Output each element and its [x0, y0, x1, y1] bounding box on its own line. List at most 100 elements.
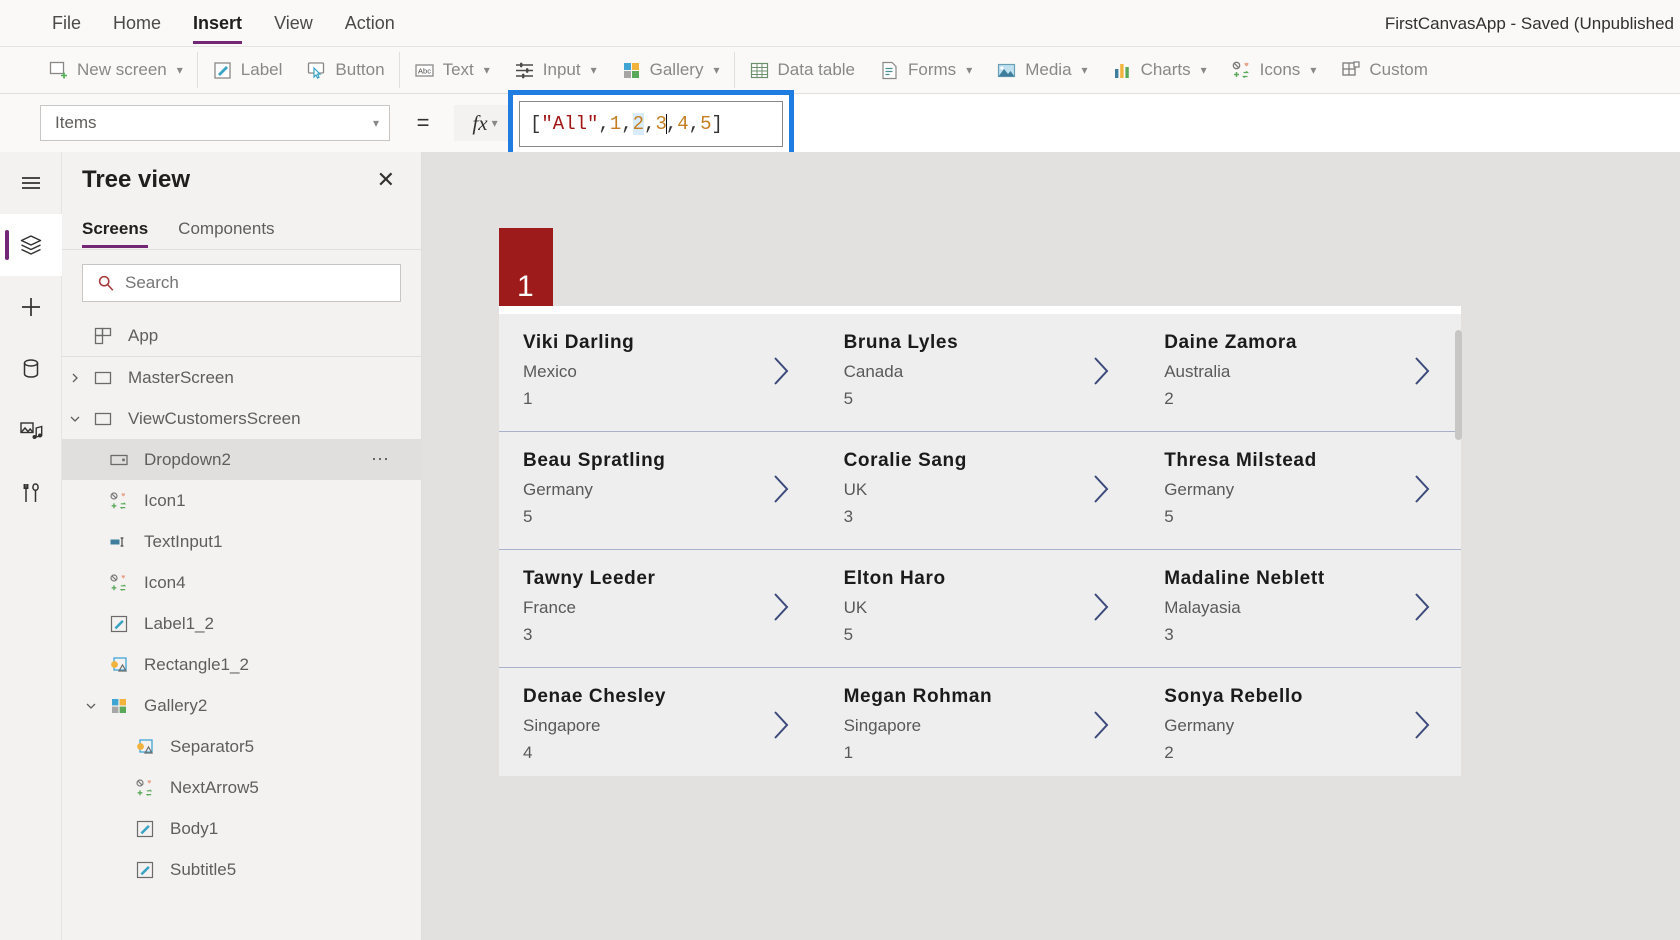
equals-sign: = [416, 110, 430, 135]
next-arrow-icon[interactable] [1090, 472, 1112, 506]
gallery-item-title: Sonya Rebello [1164, 686, 1303, 707]
tree-node-dropdown2[interactable]: Dropdown2 ⋯ [62, 439, 421, 480]
tree-view-button[interactable] [0, 214, 62, 276]
gallery-scrollbar[interactable] [1455, 330, 1462, 440]
next-arrow-icon[interactable] [770, 472, 792, 506]
gallery-item[interactable]: Viki Darling Mexico 1 [499, 314, 820, 431]
ribbon-divider [196, 52, 198, 88]
ribbon-new-screen-button[interactable]: New screen ▾ [36, 51, 195, 89]
tab-components[interactable]: Components [178, 208, 274, 250]
chevron-down-icon: ▾ [713, 63, 720, 77]
gallery-item[interactable]: Denae Chesley Singapore 4 [499, 668, 820, 776]
menu-item-insert[interactable]: Insert [177, 0, 258, 47]
tree-node-label: NextArrow5 [170, 777, 259, 797]
fx-button[interactable]: fx ▾ [454, 105, 516, 141]
tree-node-viewcustomersscreen[interactable]: ViewCustomersScreen [62, 398, 421, 439]
label-icon [104, 614, 134, 634]
gallery-item[interactable]: Elton Haro UK 5 [819, 550, 1141, 667]
gallery-item[interactable]: Thresa Milstead Germany 5 [1140, 432, 1461, 549]
ribbon-charts-button[interactable]: Charts ▾ [1100, 51, 1219, 89]
tree-node-separator5[interactable]: Separator5 [62, 726, 421, 767]
next-arrow-icon[interactable] [770, 354, 792, 388]
tree-view-icon [18, 232, 44, 258]
menu-item-file[interactable]: File [36, 0, 97, 47]
ribbon-new-screen-label: New screen [77, 60, 167, 79]
ribbon-button-button[interactable]: Button [294, 51, 396, 89]
tree-node-label1-2[interactable]: Label1_2 [62, 603, 421, 644]
ribbon-gallery-button[interactable]: Gallery ▾ [609, 51, 732, 89]
property-select[interactable]: Items ▾ [40, 105, 390, 141]
gallery-item[interactable]: Tawny Leeder France 3 [499, 550, 820, 667]
next-arrow-icon[interactable] [770, 590, 792, 624]
tree-node-masterscreen[interactable]: MasterScreen [62, 357, 421, 398]
tree-node-label: TextInput1 [144, 531, 223, 551]
text-icon: Abc [414, 60, 435, 81]
next-arrow-icon[interactable] [1411, 590, 1433, 624]
gallery-item-body: 5 [1164, 507, 1174, 526]
chevron-right-icon[interactable] [62, 371, 88, 385]
gallery-item[interactable]: Sonya Rebello Germany 2 [1140, 668, 1461, 776]
tree-node-icon4[interactable]: Icon4 [62, 562, 421, 603]
tree-node-nextarrow5[interactable]: NextArrow5 [62, 767, 421, 808]
next-arrow-icon[interactable] [1411, 472, 1433, 506]
ribbon-custom-button[interactable]: Custom [1328, 51, 1440, 89]
insert-button[interactable] [0, 276, 62, 338]
ribbon-media-button[interactable]: Media ▾ [984, 51, 1099, 89]
icons-icon [104, 573, 134, 593]
tree-node-gallery2[interactable]: Gallery2 [62, 685, 421, 726]
next-arrow-icon[interactable] [1090, 354, 1112, 388]
tree-node-label: Separator5 [170, 736, 255, 756]
gallery-item[interactable]: Madaline Neblett Malayasia 3 [1140, 550, 1461, 667]
advanced-tools-button[interactable] [0, 462, 62, 524]
tree-node-label: Rectangle1_2 [144, 654, 249, 674]
tree-node-textinput1[interactable]: TextInput1 [62, 521, 421, 562]
gallery-icon [621, 60, 642, 81]
menu-items: File Home Insert View Action [0, 0, 411, 47]
tree-node-label: Body1 [170, 818, 219, 838]
ribbon-input-button[interactable]: Input ▾ [502, 51, 609, 89]
next-arrow-icon[interactable] [770, 708, 792, 742]
tree-node-label: Dropdown2 [144, 449, 231, 469]
svg-text:Abc: Abc [418, 66, 431, 75]
formula-input[interactable]: ["All", 1, 2, 3, 4, 5] [519, 101, 783, 147]
ribbon-text-button[interactable]: Abc Text ▾ [402, 51, 502, 89]
tree-node-body1[interactable]: Body1 [62, 808, 421, 849]
ribbon-data-table-label: Data table [777, 60, 856, 79]
data-icon [18, 356, 44, 382]
tree-node-subtitle5[interactable]: Subtitle5 [62, 849, 421, 890]
menu-item-home[interactable]: Home [97, 0, 177, 47]
menu-item-action[interactable]: Action [329, 0, 411, 47]
tree-node-context-menu-icon[interactable]: ⋯ [371, 449, 391, 470]
next-arrow-icon[interactable] [1411, 354, 1433, 388]
hamburger-menu-button[interactable] [0, 152, 62, 214]
ribbon-label-label: Label [240, 60, 283, 79]
ribbon-icons-button[interactable]: Icons ▾ [1219, 51, 1329, 89]
data-button[interactable] [0, 338, 62, 400]
tab-screens[interactable]: Screens [82, 208, 149, 250]
formula-bar-extension[interactable] [794, 94, 1680, 156]
gallery-item[interactable]: Bruna Lyles Canada 5 [819, 314, 1141, 431]
gallery-item[interactable]: Coralie Sang UK 3 [819, 432, 1141, 549]
gallery-item[interactable]: Beau Spratling Germany 5 [499, 432, 820, 549]
chevron-down-icon[interactable] [62, 412, 88, 426]
gallery-item[interactable]: Daine Zamora Australia 2 [1140, 314, 1461, 431]
gallery2-control[interactable]: Viki Darling Mexico 1 Bruna Lyles Canada… [499, 314, 1461, 776]
tree-node-icon1[interactable]: Icon1 [62, 480, 421, 521]
tree-node-app[interactable]: App [62, 316, 421, 357]
menu-item-view[interactable]: View [258, 0, 329, 47]
next-arrow-icon[interactable] [1090, 590, 1112, 624]
ribbon-forms-button[interactable]: Forms ▾ [867, 51, 984, 89]
media-button[interactable] [0, 400, 62, 462]
ribbon-data-table-button[interactable]: Data table [737, 51, 868, 89]
chevron-down-icon[interactable] [78, 699, 104, 713]
app-screen-preview[interactable]: Viki Darling Mexico 1 Bruna Lyles Canada… [499, 306, 1461, 776]
close-icon[interactable]: ✕ [377, 169, 395, 191]
tree-node-rectangle1-2[interactable]: Rectangle1_2 [62, 644, 421, 685]
search-input[interactable] [125, 273, 400, 293]
ribbon-label-button[interactable]: Label [200, 51, 295, 89]
next-arrow-icon[interactable] [1411, 708, 1433, 742]
next-arrow-icon[interactable] [1090, 708, 1112, 742]
formula-token: , [688, 113, 701, 135]
tree-search-box[interactable] [82, 264, 401, 302]
gallery-item[interactable]: Megan Rohman Singapore 1 [819, 668, 1141, 776]
